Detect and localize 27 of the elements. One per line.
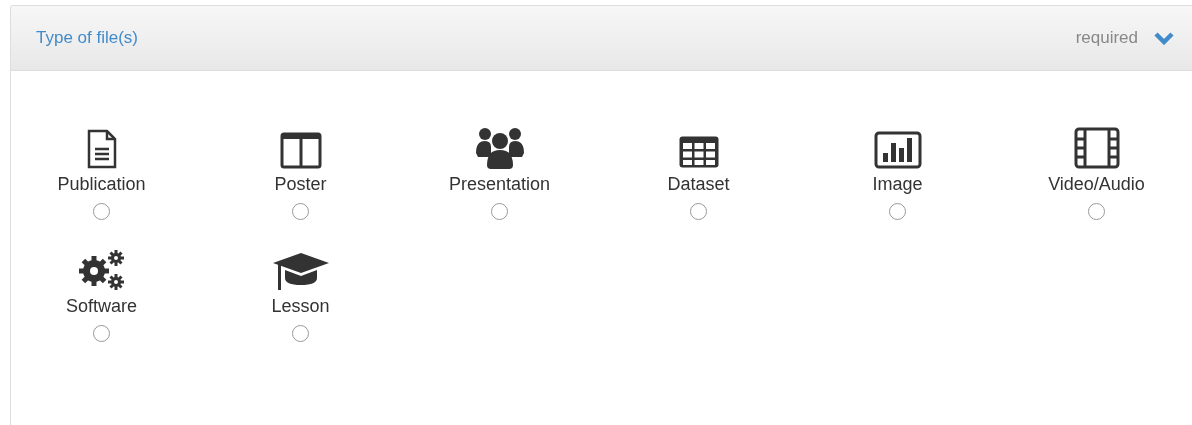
option-label[interactable]: Presentation	[448, 173, 551, 195]
option-label[interactable]: Video/Audio	[1048, 173, 1145, 195]
radio-button[interactable]	[491, 203, 508, 220]
chevron-down-icon[interactable]	[1154, 31, 1174, 45]
radio-button[interactable]	[292, 203, 309, 220]
radio-button[interactable]	[690, 203, 707, 220]
gears-icon	[77, 249, 126, 291]
option-label[interactable]: Lesson	[271, 295, 330, 317]
radio-button[interactable]	[93, 325, 110, 342]
option-label[interactable]: Publication	[57, 173, 146, 195]
radio-button[interactable]	[889, 203, 906, 220]
document-icon	[86, 129, 117, 169]
columns-icon	[279, 131, 322, 169]
film-icon	[1073, 127, 1120, 169]
panel-title: Type of file(s)	[36, 27, 139, 50]
graduation-cap-icon	[271, 251, 330, 291]
bar-chart-icon	[873, 131, 922, 169]
radio-button[interactable]	[93, 203, 110, 220]
option-label[interactable]: Poster	[274, 173, 327, 195]
required-label: required	[1075, 27, 1138, 50]
radio-button[interactable]	[1088, 203, 1105, 220]
radio-button[interactable]	[292, 325, 309, 342]
option-label[interactable]: Image	[872, 173, 923, 195]
option-label[interactable]: Software	[65, 295, 137, 317]
table-icon	[677, 135, 720, 169]
group-icon	[474, 127, 525, 169]
option-label[interactable]: Dataset	[667, 173, 730, 195]
